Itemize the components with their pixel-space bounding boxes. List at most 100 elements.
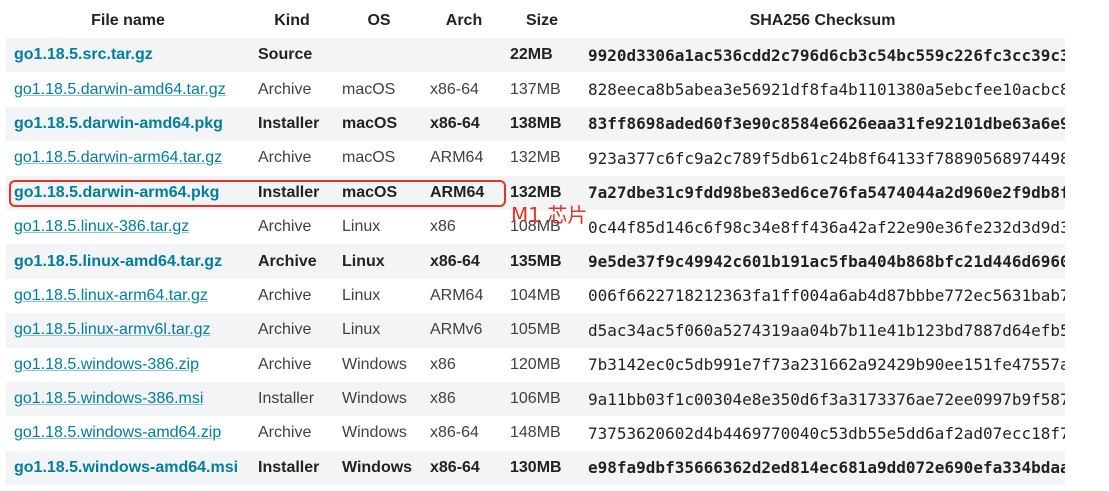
size-cell: 148MB: [504, 416, 580, 451]
download-link[interactable]: go1.18.5.windows-amd64.zip: [14, 424, 221, 441]
file-name-cell: go1.18.5.linux-386.tar.gz: [6, 209, 250, 245]
checksum-cell: 923a377c6fc9a2c789f5db61c24b8f64133f7889…: [580, 141, 1065, 176]
arch-cell: x86-64: [424, 244, 504, 279]
os-cell: Windows: [334, 416, 424, 451]
download-link[interactable]: go1.18.5.windows-amd64.msi: [14, 459, 238, 476]
download-link[interactable]: go1.18.5.darwin-amd64.pkg: [14, 115, 223, 132]
table-row: go1.18.5.src.tar.gz Source 22MB 9920d3306a1…: [6, 38, 1065, 73]
kind-cell: Archive: [250, 347, 334, 382]
file-name-cell: go1.18.5.linux-amd64.tar.gz: [6, 244, 250, 279]
arch-cell: x86: [424, 209, 504, 245]
checksum-cell: 83ff8698aded60f3e90c8584e6626eaa31fe9210…: [580, 106, 1065, 142]
checksum-cell: 9e5de37f9c49942c601b191ac5fba404b868bfc2…: [580, 244, 1065, 279]
arch-cell: x86-64: [424, 106, 504, 142]
table-row: go1.18.5.darwin-amd64.pkg Installer macOS x…: [6, 106, 1065, 142]
downloads-table: File name Kind OS Arch Size SHA256 Check…: [6, 4, 1065, 486]
file-name-cell: go1.18.5.darwin-amd64.tar.gz: [6, 72, 250, 107]
checksum-cell: 73753620602d4b4469770040c53db55e5dd6af2a…: [580, 416, 1065, 451]
size-cell: 135MB: [504, 244, 580, 279]
kind-cell: Archive: [250, 244, 334, 279]
os-cell: Windows: [334, 381, 424, 417]
arch-cell: ARM64: [424, 141, 504, 176]
size-cell: 105MB: [504, 313, 580, 348]
download-link[interactable]: go1.18.5.linux-amd64.tar.gz: [14, 253, 222, 270]
os-cell: Windows: [334, 347, 424, 382]
download-link[interactable]: go1.18.5.src.tar.gz: [14, 46, 153, 63]
arch-cell: x86: [424, 381, 504, 417]
os-cell: macOS: [334, 106, 424, 142]
table-row: go1.18.5.windows-386.zip Archive Windows x8…: [6, 347, 1065, 382]
os-cell: Windows: [334, 450, 424, 486]
arch-cell: ARM64: [424, 278, 504, 314]
checksum-cell: 7a27dbe31c9fdd98be83ed6ce76fa5474044a2d9…: [580, 175, 1065, 210]
header-os: OS: [367, 12, 391, 29]
arch-cell: x86-64: [424, 450, 504, 486]
download-link[interactable]: go1.18.5.windows-386.msi: [14, 390, 203, 407]
arch-cell: x86-64: [424, 72, 504, 107]
download-link[interactable]: go1.18.5.linux-arm64.tar.gz: [14, 287, 208, 304]
kind-cell: Source: [250, 38, 334, 73]
file-name-cell: go1.18.5.windows-amd64.msi: [6, 450, 250, 486]
file-name-cell: go1.18.5.windows-386.zip: [6, 347, 250, 382]
checksum-cell: e98fa9dbf35666362d2ed814ec681a9dd072e690…: [580, 450, 1065, 486]
size-cell: 138MB: [504, 106, 580, 142]
download-link[interactable]: go1.18.5.linux-armv6l.tar.gz: [14, 321, 211, 338]
table-row: go1.18.5.linux-armv6l.tar.gz Archive Linux…: [6, 313, 1065, 348]
kind-cell: Installer: [250, 450, 334, 486]
table-row: go1.18.5.linux-amd64.tar.gz Archive Linux x…: [6, 244, 1065, 279]
kind-cell: Archive: [250, 141, 334, 176]
arch-cell: ARM64: [424, 175, 504, 210]
file-name-cell: go1.18.5.darwin-arm64.tar.gz: [6, 141, 250, 176]
file-name-cell: go1.18.5.darwin-arm64.pkg: [6, 175, 250, 210]
os-cell: Linux: [334, 313, 424, 348]
file-name-cell: go1.18.5.linux-armv6l.tar.gz: [6, 313, 250, 348]
file-name-cell: go1.18.5.windows-386.msi: [6, 381, 250, 417]
arch-cell: x86: [424, 347, 504, 382]
kind-cell: Installer: [250, 106, 334, 142]
table-row: go1.18.5.darwin-amd64.tar.gz Archive macOS…: [6, 72, 1065, 107]
checksum-cell: 006f6622718212363fa1ff004a6ab4d87bbbe772…: [580, 278, 1065, 314]
size-cell: 104MB: [504, 278, 580, 314]
arch-cell: [424, 38, 504, 73]
checksum-cell: 9920d3306a1ac536cdd2c796d6cb3c54bc559c22…: [580, 38, 1065, 73]
table-row: go1.18.5.windows-amd64.msi Installer Windo…: [6, 450, 1065, 486]
file-name-cell: go1.18.5.windows-amd64.zip: [6, 416, 250, 451]
kind-cell: Archive: [250, 278, 334, 314]
checksum-cell: 0c44f85d146c6f98c34e8ff436a42af22e90e36f…: [580, 209, 1065, 245]
os-cell: macOS: [334, 175, 424, 210]
checksum-cell: 7b3142ec0c5db991e7f73a231662a92429b90ee1…: [580, 347, 1065, 382]
header-checksum: SHA256 Checksum: [749, 12, 896, 29]
table-row: go1.18.5.linux-arm64.tar.gz Archive Linux A…: [6, 278, 1065, 314]
m1-chip-annotation: M1 芯片: [511, 203, 588, 227]
header-size: Size: [525, 12, 558, 29]
checksum-cell: d5ac34ac5f060a5274319aa04b7b11e41b123bd7…: [580, 313, 1065, 348]
kind-cell: Archive: [250, 72, 334, 107]
table-row: go1.18.5.windows-amd64.zip Archive Windows…: [6, 416, 1065, 451]
size-cell: 132MB: [504, 141, 580, 176]
os-cell: Linux: [334, 278, 424, 314]
os-cell: [334, 38, 424, 73]
os-cell: Linux: [334, 209, 424, 245]
arch-cell: x86-64: [424, 416, 504, 451]
header-kind: Kind: [274, 12, 310, 29]
header-arch: Arch: [445, 12, 483, 29]
size-cell: 130MB: [504, 450, 580, 486]
kind-cell: Installer: [250, 381, 334, 417]
kind-cell: Archive: [250, 209, 334, 245]
table-header-row: File name Kind OS Arch Size SHA256 Check…: [6, 4, 1065, 38]
download-link[interactable]: go1.18.5.darwin-arm64.pkg: [14, 184, 219, 201]
os-cell: macOS: [334, 141, 424, 176]
file-name-cell: go1.18.5.src.tar.gz: [6, 38, 250, 73]
table-row: go1.18.5.windows-386.msi Installer Windows…: [6, 381, 1065, 417]
download-link[interactable]: go1.18.5.darwin-arm64.tar.gz: [14, 149, 222, 166]
download-link[interactable]: go1.18.5.linux-386.tar.gz: [14, 218, 189, 235]
download-link[interactable]: go1.18.5.darwin-amd64.tar.gz: [14, 81, 226, 98]
kind-cell: Installer: [250, 175, 334, 210]
checksum-cell: 9a11bb03f1c00304e8e350d6f3a3173376ae72ee…: [580, 381, 1065, 417]
download-link[interactable]: go1.18.5.windows-386.zip: [14, 356, 199, 373]
checksum-cell: 828eeca8b5abea3e56921df8fa4b1101380a5ebc…: [580, 72, 1065, 107]
size-cell: 120MB: [504, 347, 580, 382]
os-cell: macOS: [334, 72, 424, 107]
kind-cell: Archive: [250, 416, 334, 451]
header-file-name: File name: [91, 12, 165, 29]
